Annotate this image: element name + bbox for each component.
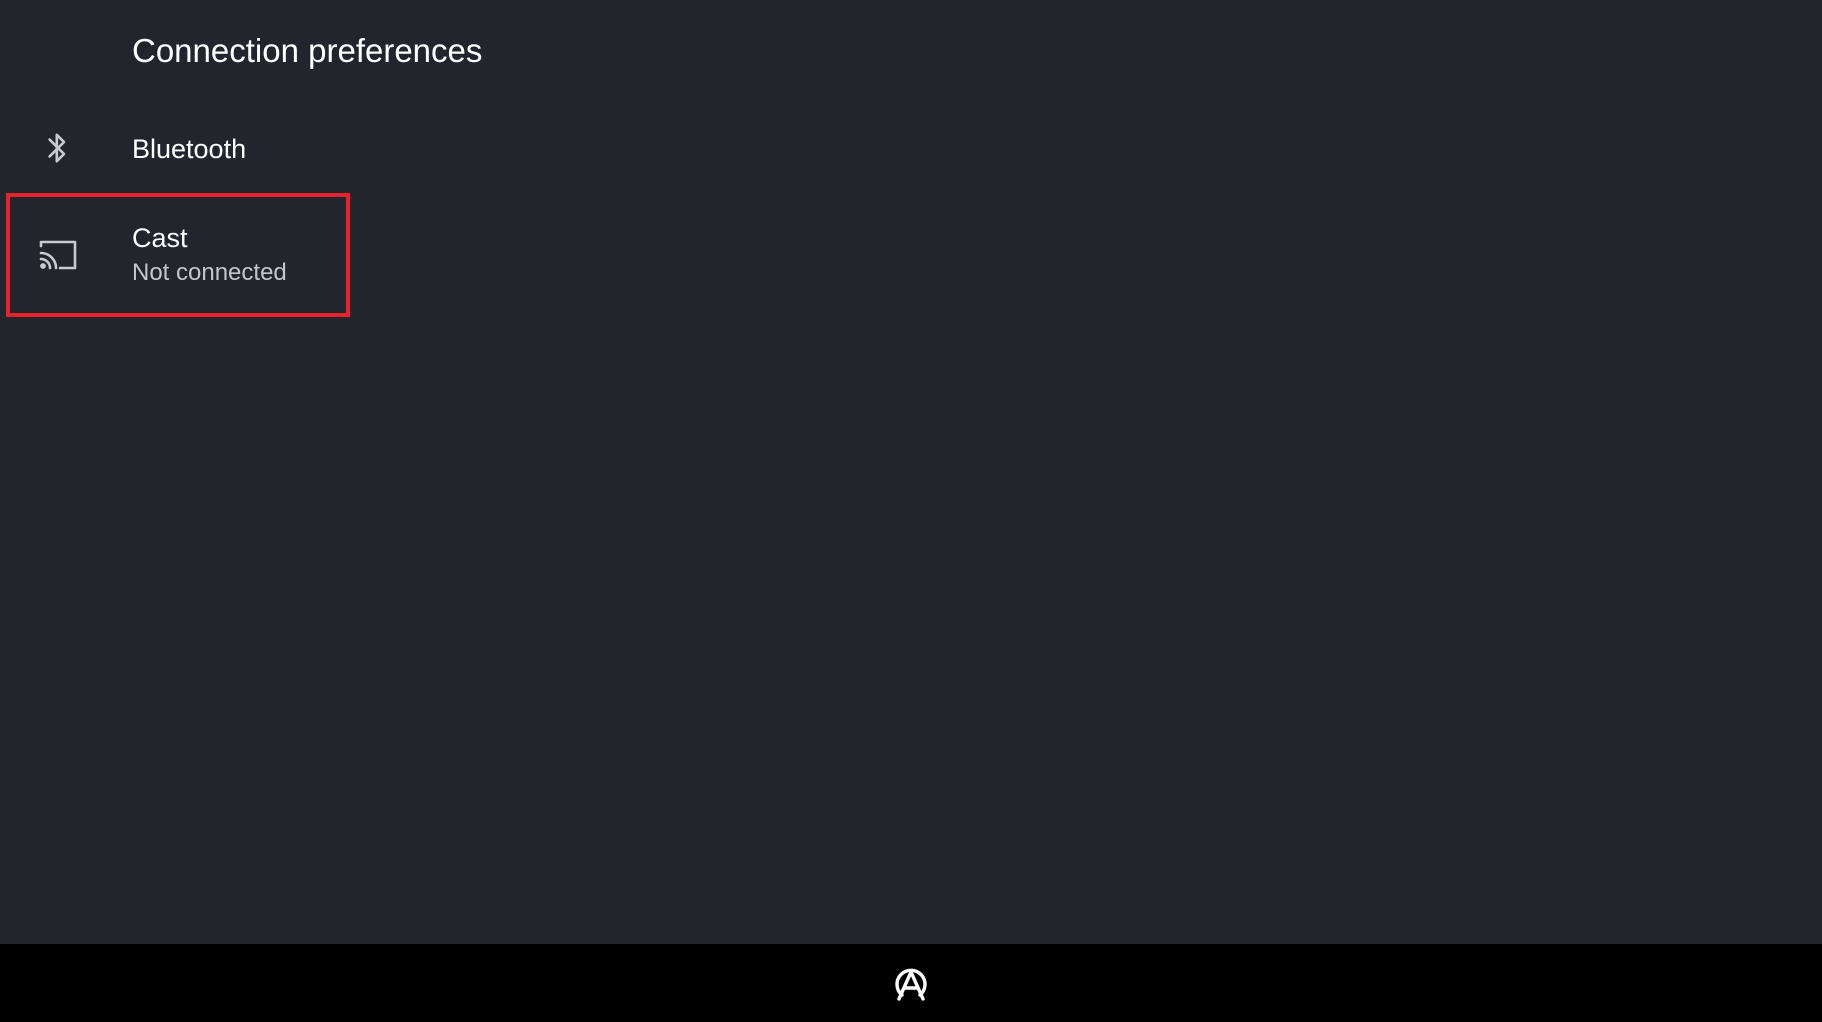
pref-item-title: Cast (132, 223, 188, 253)
settings-screen: Connection preferences Bluetooth Cast No… (0, 0, 1822, 1022)
pref-item-bluetooth[interactable]: Bluetooth (0, 120, 1822, 184)
header: Connection preferences (0, 0, 1822, 104)
navigation-bar (0, 944, 1822, 1022)
pref-item-cast[interactable]: Cast Not connected (0, 193, 1822, 317)
page-title: Connection preferences (132, 32, 483, 69)
cast-icon (38, 235, 78, 275)
bluetooth-icon (38, 128, 78, 168)
launcher-logo-icon[interactable] (892, 964, 930, 1002)
pref-item-title: Bluetooth (132, 134, 247, 164)
pref-item-status: Not connected (132, 259, 287, 286)
